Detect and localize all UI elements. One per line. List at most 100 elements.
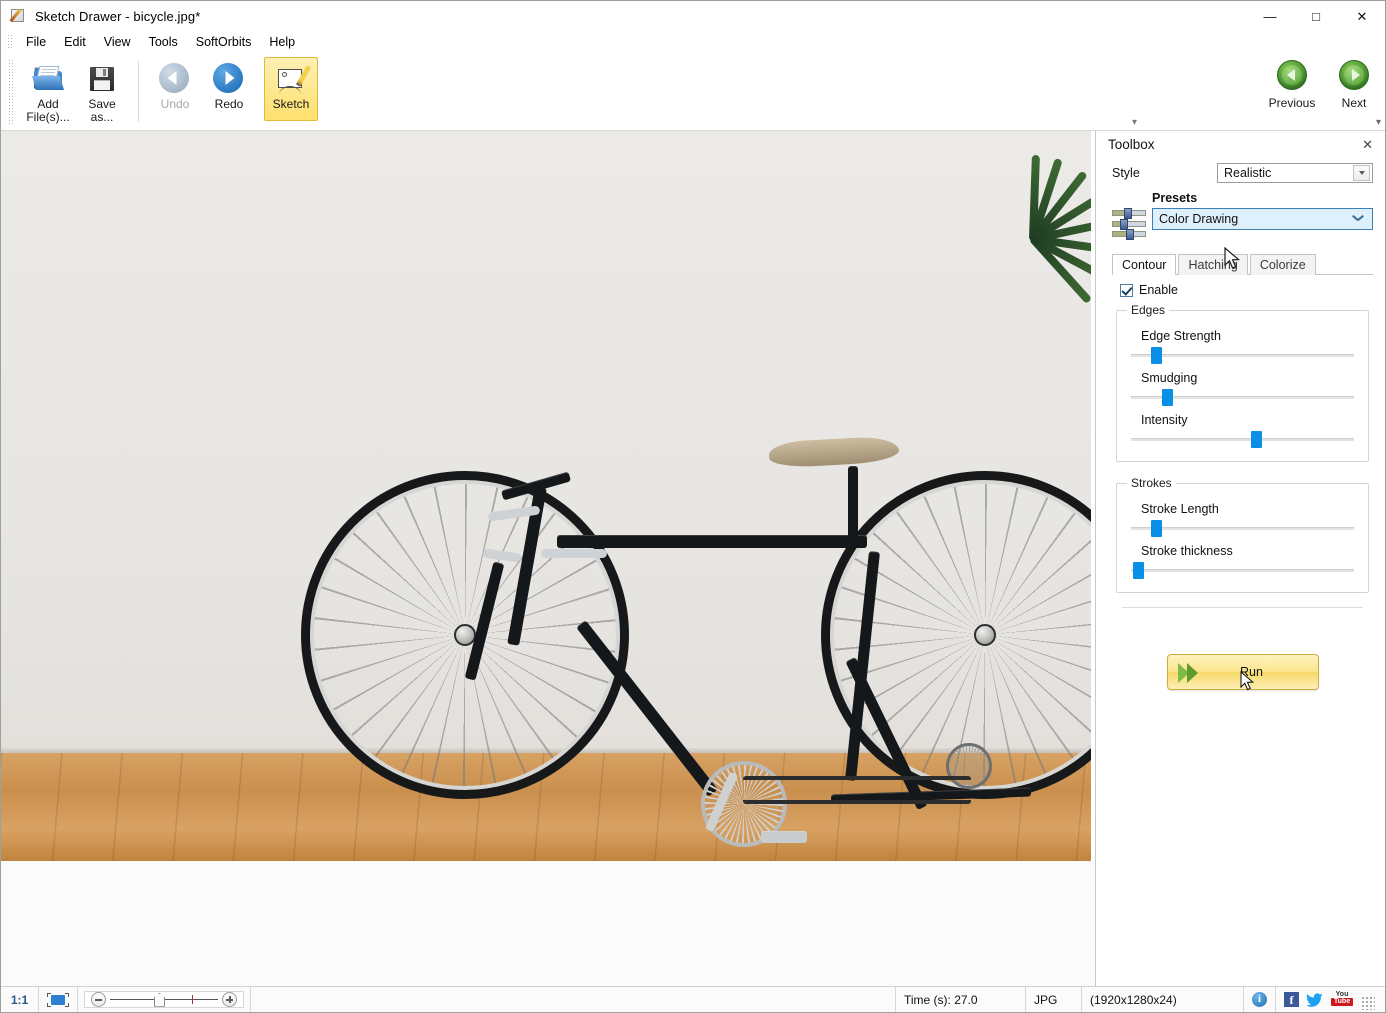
chevron-down-icon[interactable] bbox=[1352, 212, 1366, 226]
tab-hatching[interactable]: Hatching bbox=[1178, 254, 1248, 275]
menu-help[interactable]: Help bbox=[260, 33, 304, 51]
next-button[interactable]: Next bbox=[1323, 57, 1385, 111]
add-files-label: Add File(s)... bbox=[26, 97, 70, 124]
previous-button[interactable]: Previous bbox=[1261, 57, 1323, 111]
strokes-legend: Strokes bbox=[1131, 476, 1172, 490]
style-value: Realistic bbox=[1224, 166, 1272, 180]
enable-checkbox-row[interactable]: Enable bbox=[1120, 283, 1373, 297]
processing-time: Time (s): 27.0 bbox=[896, 987, 1026, 1012]
zoom-slider[interactable] bbox=[84, 991, 244, 1008]
chain bbox=[743, 776, 971, 804]
close-button[interactable]: ✕ bbox=[1339, 1, 1385, 31]
photo-preview bbox=[1, 131, 1091, 861]
zoom-ratio-label[interactable]: 1:1 bbox=[1, 987, 39, 1012]
file-format: JPG bbox=[1026, 987, 1082, 1012]
facebook-icon[interactable]: f bbox=[1284, 992, 1299, 1007]
previous-label: Previous bbox=[1268, 96, 1316, 110]
menu-file[interactable]: File bbox=[17, 33, 55, 51]
presets-label: Presets bbox=[1152, 191, 1198, 205]
menu-view[interactable]: View bbox=[95, 33, 140, 51]
edges-group: Edges Edge Strength Smudging Intensity bbox=[1116, 303, 1369, 462]
bicycle-seat bbox=[768, 435, 900, 469]
smudging-slider[interactable] bbox=[1131, 389, 1354, 406]
presets-value: Color Drawing bbox=[1159, 212, 1239, 226]
slider-thumb[interactable] bbox=[1151, 520, 1163, 537]
edges-legend: Edges bbox=[1131, 303, 1166, 317]
intensity-label: Intensity bbox=[1141, 413, 1188, 427]
resize-grip[interactable] bbox=[1361, 996, 1375, 1010]
fit-to-screen-icon bbox=[47, 992, 69, 1007]
enable-checkbox[interactable] bbox=[1120, 283, 1133, 297]
toolbar-separator-1 bbox=[138, 61, 139, 122]
smudging-label: Smudging bbox=[1141, 371, 1198, 385]
intensity-slider[interactable] bbox=[1131, 431, 1354, 448]
toolbox-divider bbox=[1122, 607, 1363, 608]
toolbox-panel: Toolbox ✕ Style Realistic Presets Color … bbox=[1096, 131, 1385, 986]
chevron-down-icon[interactable] bbox=[1353, 165, 1370, 181]
youtube-icon[interactable]: You Tube bbox=[1330, 991, 1354, 1008]
maximize-button[interactable]: □ bbox=[1293, 1, 1339, 31]
run-button[interactable]: Run bbox=[1166, 654, 1319, 691]
toolbox-close-icon[interactable]: ✕ bbox=[1358, 138, 1377, 151]
zoom-out-icon[interactable] bbox=[91, 992, 106, 1007]
tab-colorize[interactable]: Colorize bbox=[1249, 254, 1316, 275]
app-icon bbox=[9, 8, 27, 24]
redo-button[interactable]: Redo bbox=[202, 57, 256, 121]
twitter-icon[interactable] bbox=[1306, 992, 1323, 1007]
floppy-disk-icon bbox=[86, 63, 118, 95]
menu-tools[interactable]: Tools bbox=[140, 33, 187, 51]
image-canvas[interactable] bbox=[1, 131, 1096, 986]
toolbox-content: Style Realistic Presets Color Drawing Co… bbox=[1096, 157, 1385, 691]
slider-thumb[interactable] bbox=[1162, 389, 1174, 406]
sketch-label: Sketch bbox=[272, 97, 310, 111]
slider-thumb[interactable] bbox=[1133, 562, 1145, 579]
youtube-tube-text: Tube bbox=[1330, 998, 1354, 1006]
zoom-track[interactable] bbox=[110, 992, 218, 1007]
stroke-thickness-label: Stroke thickness bbox=[1141, 544, 1233, 558]
menu-softorbits[interactable]: SoftOrbits bbox=[187, 33, 261, 51]
tab-contour[interactable]: Contour bbox=[1112, 254, 1177, 275]
folder-open-icon bbox=[32, 63, 64, 95]
history-group: Undo Redo bbox=[144, 53, 260, 130]
youtube-you-text: You bbox=[1335, 991, 1349, 998]
toolbar-expand-left-icon[interactable]: ▾ bbox=[1132, 118, 1137, 128]
toolbar-expand-icon[interactable]: ▾ bbox=[1376, 118, 1381, 128]
fit-to-screen-button[interactable] bbox=[39, 987, 78, 1012]
toolbox-header: Toolbox ✕ bbox=[1096, 131, 1385, 157]
edge-strength-slider[interactable] bbox=[1131, 347, 1354, 364]
sketch-picture-icon bbox=[275, 63, 312, 95]
style-dropdown[interactable]: Realistic bbox=[1217, 163, 1373, 183]
toolbar-grip bbox=[8, 59, 13, 124]
presets-row: Presets Color Drawing bbox=[1112, 191, 1373, 240]
zoom-slider-thumb[interactable] bbox=[154, 992, 165, 1007]
next-arrow-icon bbox=[1339, 60, 1369, 90]
slider-thumb[interactable] bbox=[1151, 347, 1163, 364]
strokes-group: Strokes Stroke Length Stroke thickness bbox=[1116, 476, 1369, 593]
zoom-tick-mark bbox=[192, 994, 193, 1004]
style-row: Style Realistic bbox=[1112, 163, 1373, 183]
undo-button[interactable]: Undo bbox=[148, 57, 202, 121]
menu-edit[interactable]: Edit bbox=[55, 33, 95, 51]
application-window: Sketch Drawer - bicycle.jpg* — □ ✕ File … bbox=[0, 0, 1386, 1013]
effects-group: Sketch bbox=[260, 53, 322, 130]
previous-arrow-icon bbox=[1277, 60, 1307, 90]
image-dimensions: (1920x1280x24) bbox=[1082, 987, 1244, 1012]
slider-thumb[interactable] bbox=[1251, 431, 1263, 448]
undo-arrow-icon bbox=[159, 63, 191, 95]
zoom-in-icon[interactable] bbox=[222, 992, 237, 1007]
minimize-button[interactable]: — bbox=[1247, 1, 1293, 31]
stroke-length-slider[interactable] bbox=[1131, 520, 1354, 537]
save-as-button[interactable]: Save as... bbox=[75, 57, 129, 125]
stroke-thickness-slider[interactable] bbox=[1131, 562, 1354, 579]
toolbox-title: Toolbox bbox=[1108, 136, 1155, 152]
social-links: f You Tube bbox=[1276, 987, 1385, 1012]
add-files-button[interactable]: Add File(s)... bbox=[21, 57, 75, 125]
info-button[interactable]: i bbox=[1244, 987, 1276, 1012]
menu-grip bbox=[7, 34, 12, 50]
zoom-slider-cell bbox=[78, 987, 251, 1012]
sketch-button[interactable]: Sketch bbox=[264, 57, 318, 121]
next-label: Next bbox=[1341, 96, 1367, 110]
presets-dropdown[interactable]: Color Drawing bbox=[1152, 208, 1373, 230]
status-bar: 1:1 Time (s): 27.0 JPG (1920x1280x24) i bbox=[1, 986, 1385, 1012]
front-wheel bbox=[301, 471, 629, 799]
